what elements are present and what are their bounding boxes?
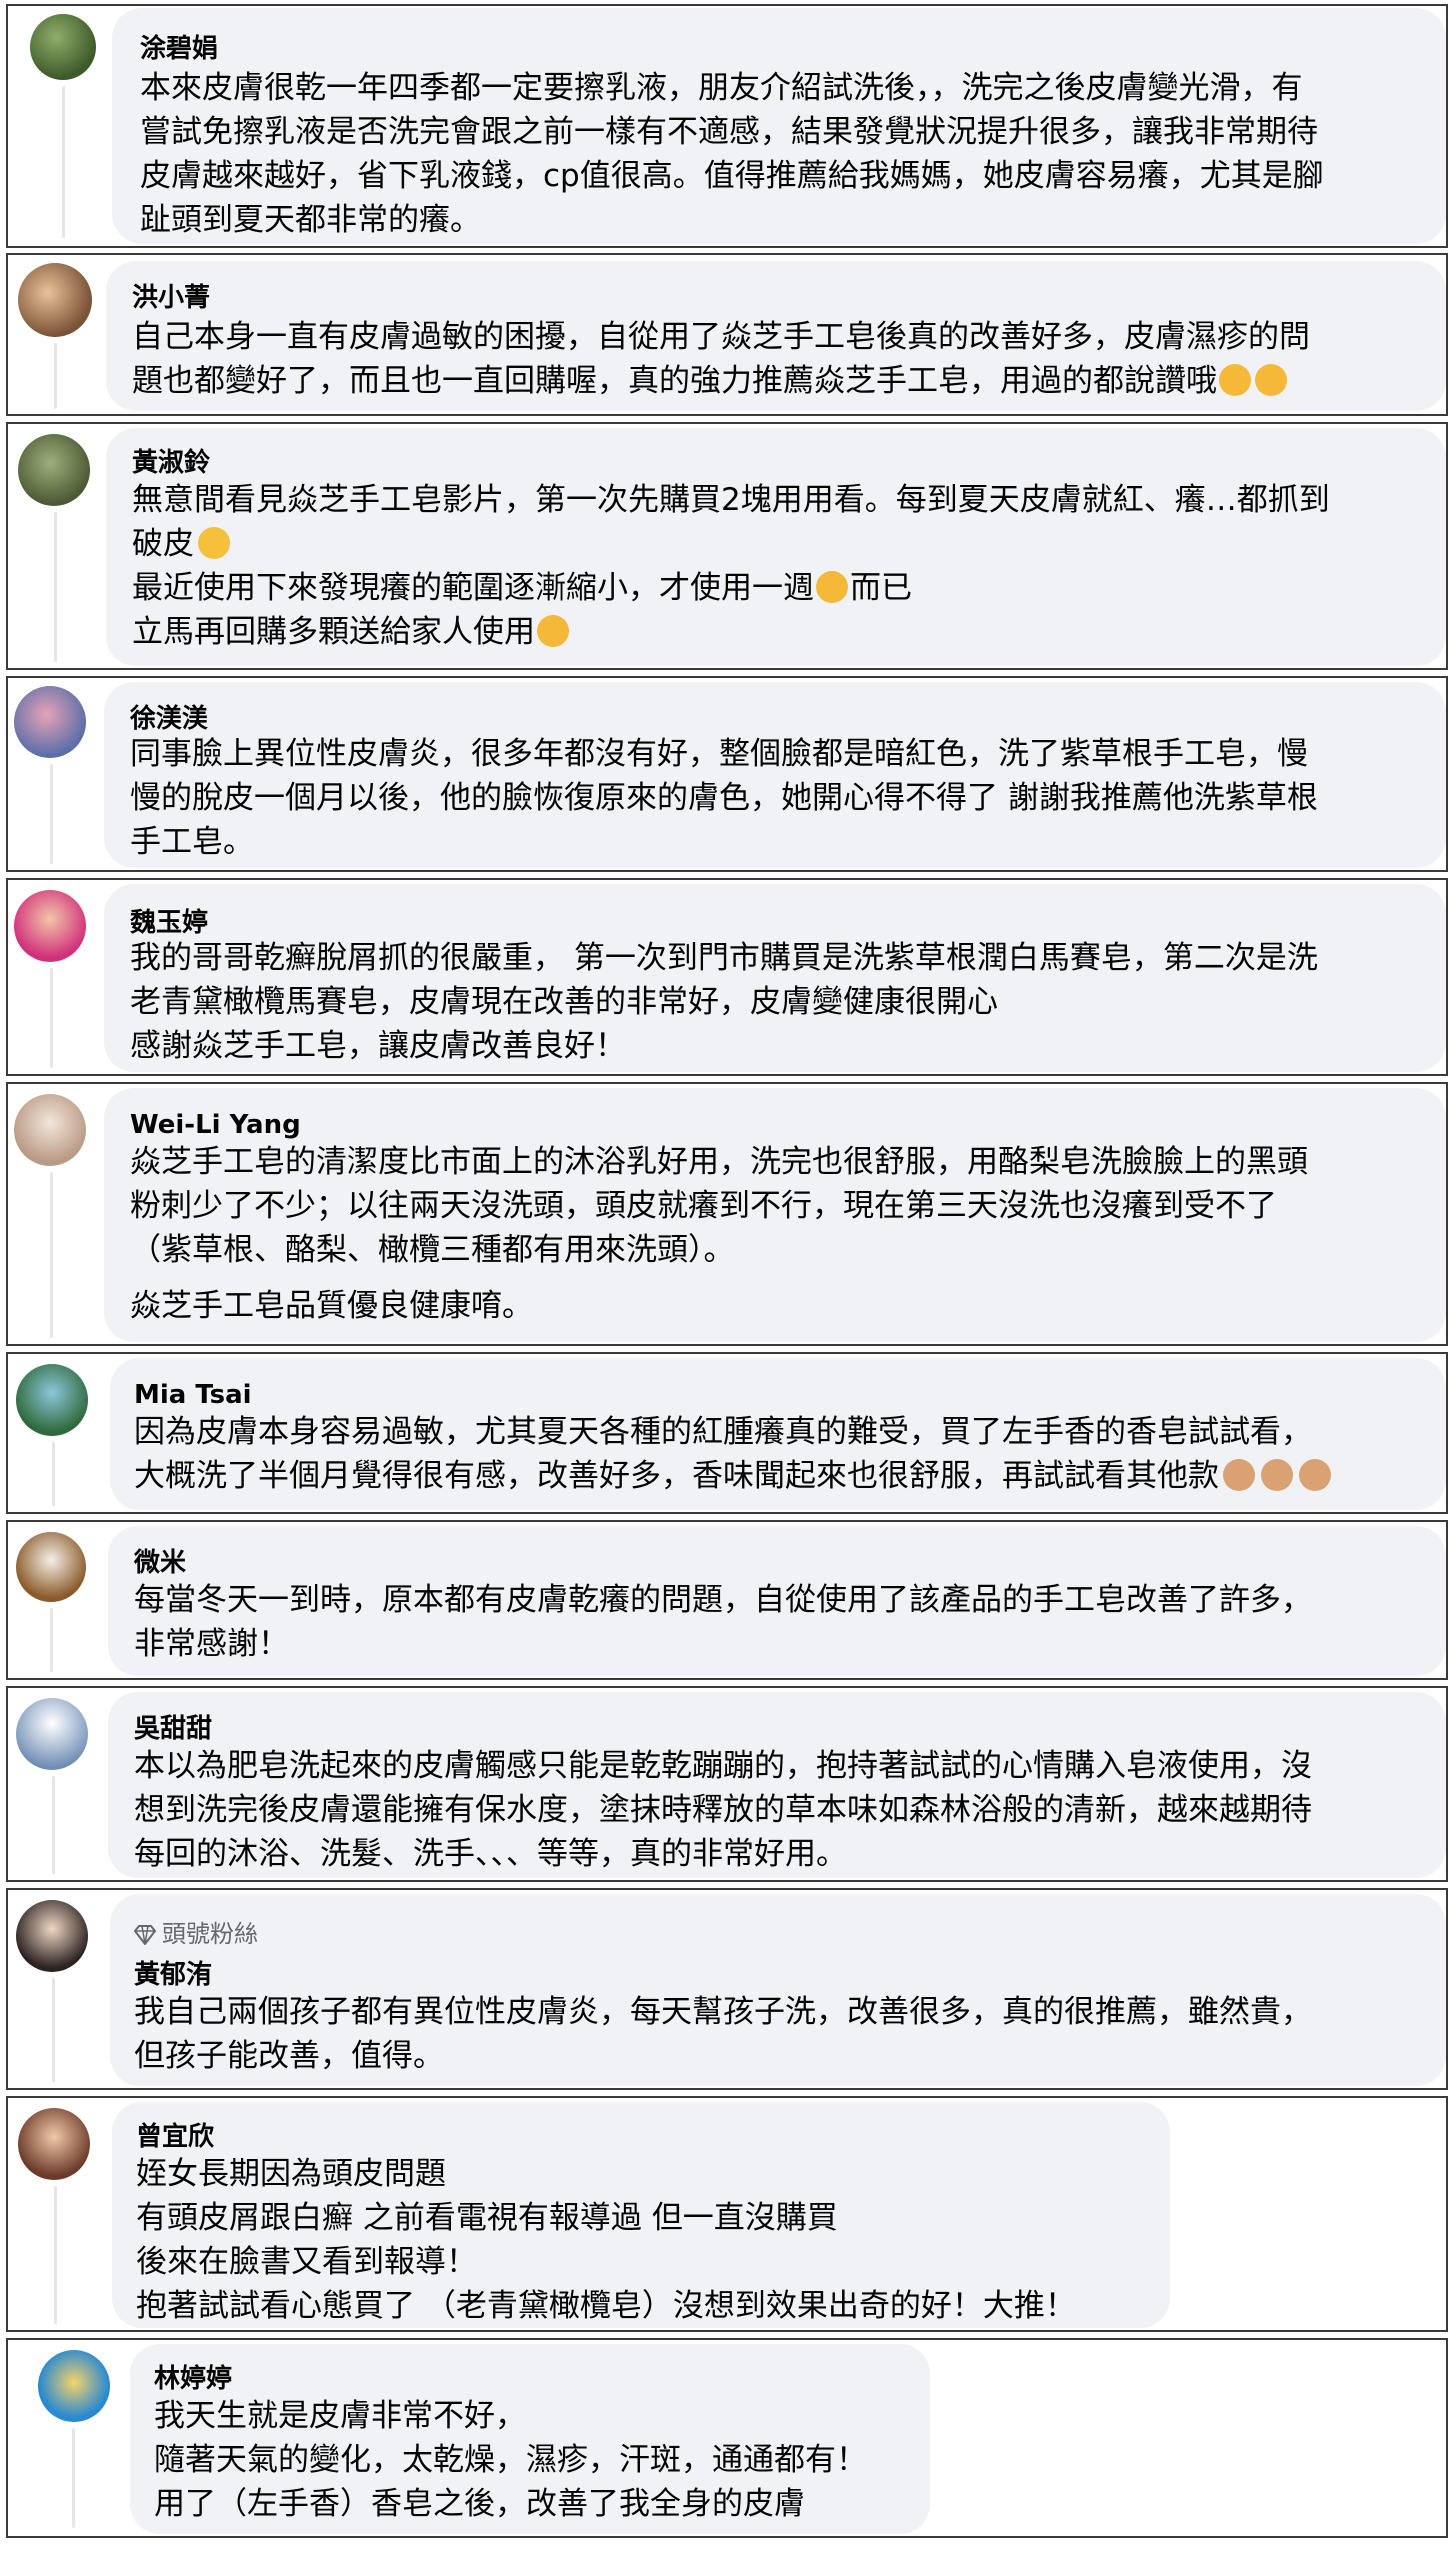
comment-text: 我自己兩個孩子都有異位性皮膚炎，每天幫孩子洗，改善很多，真的很推薦，雖然貴， 但… (134, 1994, 1312, 2074)
reply-thread-line (50, 1172, 53, 1338)
comment-text: 我天生就是皮膚非常不好， 隨著天氣的變化，太乾燥，濕疹，汗斑，通通都有！ 用了（… (154, 2398, 867, 2522)
top-fan-badge: 頭號粉絲 (134, 1914, 258, 1949)
avatar[interactable] (18, 434, 90, 506)
reply-thread-line (50, 764, 53, 864)
avatar[interactable] (16, 1364, 88, 1436)
reply-thread-line (54, 343, 57, 409)
avatar[interactable] (14, 686, 86, 758)
comment-card: 黃淑鈴 無意間看見焱芝手工皂影片，第一次先購買2塊用用看。每到夏天皮膚就紅、癢…… (6, 422, 1448, 670)
sleepy-face-emoji (198, 527, 230, 559)
comment-text: 因為皮膚本身容易過敏，尤其夏天各種的紅腫癢真的難受，買了左手香的香皂試試看， 大… (134, 1410, 1331, 1498)
commenter-name[interactable]: 曾宜欣 (136, 2120, 214, 2154)
comment-text: 姪女長期因為頭皮問題 有頭皮屑跟白癬 之前看電視有報導過 但一直沒購買 後來在臉… (136, 2156, 1076, 2324)
avatar[interactable] (14, 1094, 86, 1166)
comment-card: 微米 每當冬天一到時，原本都有皮膚乾癢的問題，自從使用了該產品的手工皂改善了許多… (6, 1520, 1448, 1680)
comment-card: 涂碧娟 本來皮膚很乾一年四季都一定要擦乳液，朋友介紹試洗後，，洗完之後皮膚變光滑… (6, 4, 1448, 248)
thumbs-up-emoji (1223, 1459, 1255, 1491)
avatar[interactable] (18, 263, 92, 337)
comment-card: 曾宜欣 姪女長期因為頭皮問題 有頭皮屑跟白癬 之前看電視有報導過 但一直沒購買 … (6, 2096, 1448, 2332)
reply-thread-line (52, 1776, 55, 1874)
reply-thread-line (54, 2186, 57, 2324)
comment-text: 無意間看見焱芝手工皂影片，第一次先購買2塊用用看。每到夏天皮膚就紅、癢…都抓到 … (132, 482, 1330, 650)
comment-card: 徐渼渼 同事臉上異位性皮膚炎，很多年都沒有好，整個臉都是暗紅色，洗了紫草根手工皂… (6, 676, 1448, 872)
comment-card: 魏玉婷 我的哥哥乾癬脫屑抓的很嚴重， 第一次到門市購買是洗紫草根潤白馬賽皂，第二… (6, 878, 1448, 1076)
reply-thread-line (54, 512, 57, 662)
commenter-name[interactable]: 微米 (134, 1546, 186, 1580)
comment-text: 自己本身一直有皮膚過敏的困擾，自從用了焱芝手工皂後真的改善好多，皮膚濕疹的問 題… (132, 319, 1310, 399)
thumbs-up-emoji (1299, 1459, 1331, 1491)
avatar[interactable] (16, 1532, 86, 1602)
commenter-name[interactable]: 黃郁洧 (134, 1958, 212, 1992)
commenter-name[interactable]: 洪小菁 (132, 281, 210, 315)
commenter-name[interactable]: 涂碧娟 (140, 32, 218, 66)
reply-thread-line (50, 968, 53, 1068)
avatar[interactable] (16, 1900, 88, 1972)
comment-text: 本來皮膚很乾一年四季都一定要擦乳液，朋友介紹試洗後，，洗完之後皮膚變光滑，有 嘗… (140, 70, 1324, 238)
comment-card: Wei-Li Yang 焱芝手工皂的清潔度比市面上的沐浴乳好用，洗完也很舒服，用… (6, 1082, 1448, 1346)
comment-text: 同事臉上異位性皮膚炎，很多年都沒有好，整個臉都是暗紅色，洗了紫草根手工皂，慢 慢… (130, 736, 1318, 860)
laughing-tears-emoji (816, 571, 848, 603)
commenter-name[interactable]: 吳甜甜 (134, 1712, 212, 1746)
avatar[interactable] (16, 1698, 88, 1770)
diamond-icon (134, 1925, 156, 1945)
comment-text: 我的哥哥乾癬脫屑抓的很嚴重， 第一次到門市購買是洗紫草根潤白馬賽皂，第二次是洗 … (130, 940, 1318, 1064)
commenter-name[interactable]: 黃淑鈴 (132, 446, 210, 480)
reply-thread-line (52, 1978, 55, 2082)
reply-thread-line (62, 86, 65, 238)
reply-thread-line (52, 1442, 55, 1506)
reply-thread-line (72, 2428, 75, 2528)
commenter-name[interactable]: Mia Tsai (134, 1378, 252, 1412)
thumbs-up-emoji (1261, 1459, 1293, 1491)
avatar[interactable] (14, 890, 86, 962)
reply-thread-line (50, 1608, 53, 1672)
comment-text: 本以為肥皂洗起來的皮膚觸感只能是乾乾蹦蹦的，抱持著試試的心情購入皂液使用，沒 想… (134, 1748, 1312, 1872)
comment-text: 焱芝手工皂的清潔度比市面上的沐浴乳好用，洗完也很舒服，用酪梨皂洗臉臉上的黑頭 粉… (130, 1144, 1308, 1324)
comment-card: Mia Tsai 因為皮膚本身容易過敏，尤其夏天各種的紅腫癢真的難受，買了左手香… (6, 1352, 1448, 1514)
commenter-name[interactable]: 魏玉婷 (130, 906, 208, 940)
commenter-name[interactable]: 林婷婷 (154, 2362, 232, 2396)
avatar[interactable] (38, 2350, 110, 2422)
comment-card: 頭號粉絲 黃郁洧 我自己兩個孩子都有異位性皮膚炎，每天幫孩子洗，改善很多，真的很… (6, 1888, 1448, 2090)
thumbs-up-emoji (1255, 364, 1287, 396)
comment-card: 洪小菁 自己本身一直有皮膚過敏的困擾，自從用了焱芝手工皂後真的改善好多，皮膚濕疹… (6, 253, 1448, 416)
comment-card: 吳甜甜 本以為肥皂洗起來的皮膚觸感只能是乾乾蹦蹦的，抱持著試試的心情購入皂液使用… (6, 1686, 1448, 1882)
comment-card: 林婷婷 我天生就是皮膚非常不好， 隨著天氣的變化，太乾燥，濕疹，汗斑，通通都有！… (6, 2338, 1448, 2538)
commenter-name[interactable]: 徐渼渼 (130, 702, 208, 736)
commenter-name[interactable]: Wei-Li Yang (130, 1108, 301, 1142)
avatar[interactable] (30, 14, 96, 80)
avatar[interactable] (18, 2108, 90, 2180)
thumbs-up-emoji (537, 615, 569, 647)
comment-text: 每當冬天一到時，原本都有皮膚乾癢的問題，自從使用了該產品的手工皂改善了許多， 非… (134, 1582, 1312, 1662)
thumbs-up-emoji (1219, 364, 1251, 396)
